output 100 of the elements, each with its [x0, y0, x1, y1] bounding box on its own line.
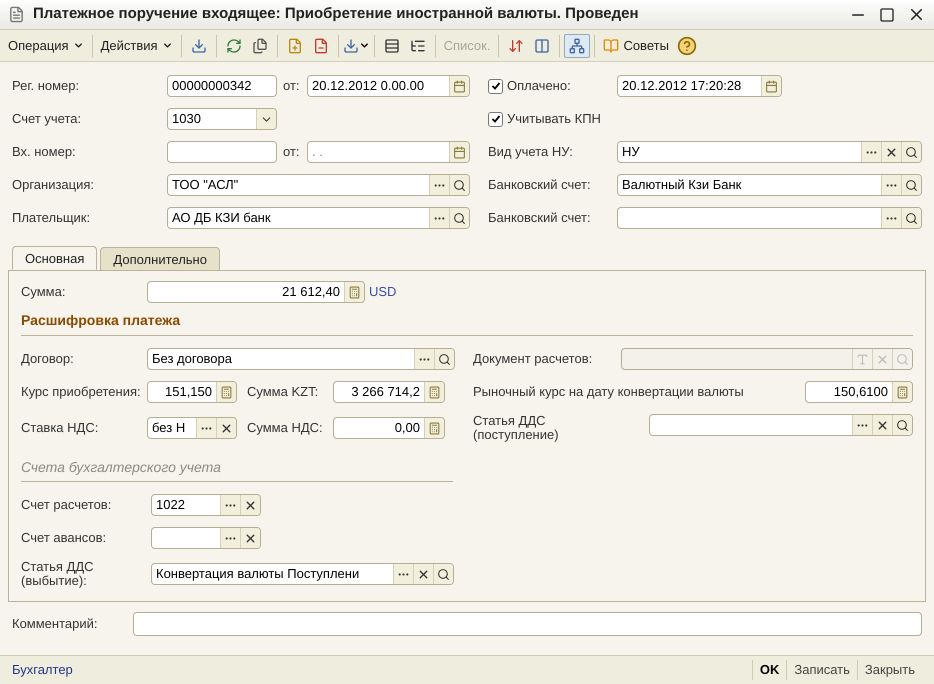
- select-button[interactable]: [861, 142, 881, 162]
- input-field[interactable]: [617, 207, 922, 229]
- user-link[interactable]: Бухгалтер: [12, 660, 752, 680]
- search-icon: [438, 352, 451, 366]
- clear-button[interactable]: [240, 528, 260, 548]
- maximize-icon[interactable]: [879, 6, 895, 22]
- input-field[interactable]: НУ: [617, 141, 922, 163]
- checkbox[interactable]: [488, 78, 503, 94]
- calculator-icon: [896, 386, 909, 398]
- footer-button[interactable]: OK: [752, 660, 786, 680]
- clear-button[interactable]: [881, 142, 901, 162]
- select-button[interactable]: [196, 418, 216, 438]
- clear-button[interactable]: [872, 415, 892, 435]
- field-label: Вид учета НУ:: [488, 145, 574, 159]
- input-field[interactable]: 3 266 714,2: [333, 381, 445, 403]
- footer-button[interactable]: Записать: [786, 660, 857, 680]
- select-button[interactable]: [881, 175, 901, 195]
- hierarchy-button[interactable]: [564, 34, 590, 58]
- field-label: Сумма:: [21, 285, 66, 299]
- book-icon: [603, 38, 620, 54]
- field-label: Сумма НДС:: [246, 421, 324, 435]
- tab[interactable]: Дополнительно: [100, 247, 220, 271]
- calendar-icon: [453, 80, 466, 92]
- comment-field[interactable]: [133, 612, 922, 636]
- calendar-icon: [765, 80, 778, 92]
- input-field[interactable]: Валютный Кзи Банк: [617, 174, 922, 196]
- search-button[interactable]: [892, 415, 912, 435]
- input-field[interactable]: 20.12.2012 17:20:28: [617, 75, 782, 97]
- select-button[interactable]: [393, 564, 413, 584]
- calendar-button[interactable]: [449, 76, 469, 96]
- input-field[interactable]: . .: [307, 141, 470, 163]
- field-label: Банковский счет:: [488, 178, 592, 192]
- search-button[interactable]: [901, 142, 921, 162]
- input-field[interactable]: Без договора: [147, 348, 455, 370]
- currency-label: USD: [369, 283, 396, 302]
- select-button[interactable]: [414, 349, 434, 369]
- close-icon: [244, 532, 257, 544]
- input-field[interactable]: 150,6100: [805, 381, 913, 403]
- calendar-button[interactable]: [449, 142, 469, 162]
- sort-icon: [508, 38, 524, 54]
- field-label: Комментарий:: [12, 617, 98, 631]
- calendar-button[interactable]: [761, 76, 781, 96]
- search-button[interactable]: [901, 208, 921, 228]
- input-field[interactable]: 1030: [167, 108, 277, 130]
- select-button[interactable]: [429, 175, 449, 195]
- field-label: Плательщик:: [12, 211, 92, 225]
- search-button[interactable]: [433, 564, 453, 584]
- menu-button[interactable]: Действия: [96, 36, 177, 56]
- select-button[interactable]: [881, 208, 901, 228]
- menu-button[interactable]: Операция: [4, 36, 88, 56]
- search-icon: [896, 352, 909, 366]
- tab[interactable]: Основная: [12, 246, 98, 270]
- calculator-button[interactable]: [344, 282, 364, 302]
- calculator-button[interactable]: [216, 382, 236, 402]
- input-field[interactable]: [649, 414, 913, 436]
- search-button[interactable]: [449, 175, 469, 195]
- window-title: Платежное поручение входящее: Приобретение иностранной валюты. Проведен: [33, 4, 640, 24]
- select-button[interactable]: [429, 208, 449, 228]
- select-button[interactable]: [852, 415, 872, 435]
- dropdown-button[interactable]: [342, 38, 370, 54]
- input-field[interactable]: [167, 141, 277, 163]
- input-field[interactable]: Конвертация валюты Поступлени: [151, 563, 454, 585]
- select-button[interactable]: [220, 495, 240, 515]
- search-button[interactable]: [449, 208, 469, 228]
- footer-button[interactable]: Закрыть: [856, 660, 922, 680]
- checkmark-icon: [490, 114, 500, 124]
- calculator-button[interactable]: [424, 382, 444, 402]
- input-field[interactable]: 1022: [151, 494, 261, 516]
- checkbox[interactable]: [488, 112, 503, 126]
- input-field[interactable]: [151, 527, 261, 549]
- section-heading: Расшифровка платежа: [21, 312, 180, 328]
- download-icon: [342, 38, 359, 54]
- field-label: Счет расчетов:: [21, 498, 112, 512]
- input-field[interactable]: ТОО "АСЛ": [167, 174, 470, 196]
- calculator-button[interactable]: [892, 382, 912, 402]
- search-button[interactable]: [901, 175, 921, 195]
- field-label: Статья ДДС (выбытие):: [21, 560, 95, 588]
- input-field[interactable]: 0,00: [333, 417, 445, 439]
- close-icon: [220, 422, 233, 434]
- input-field[interactable]: без Н: [147, 417, 237, 439]
- hierarchy-icon: [569, 38, 586, 54]
- calculator-button[interactable]: [424, 418, 444, 438]
- input-field[interactable]: 00000000342: [167, 75, 277, 97]
- search-icon: [905, 146, 918, 158]
- clear-button[interactable]: [240, 495, 260, 515]
- file-plus-icon: [286, 38, 303, 54]
- tips-button[interactable]: Советы: [599, 36, 673, 56]
- search-button[interactable]: [434, 349, 454, 369]
- input-field[interactable]: 151,150: [147, 381, 237, 403]
- download-icon: [190, 38, 207, 54]
- field-label: Счет учета:: [12, 112, 82, 126]
- select-button[interactable]: [220, 528, 240, 548]
- input-field[interactable]: АО ДБ КЗИ банк: [167, 207, 470, 229]
- help-icon[interactable]: [676, 36, 697, 56]
- clear-button[interactable]: [216, 418, 236, 438]
- clear-button[interactable]: [413, 564, 433, 584]
- calculator-icon: [428, 386, 441, 398]
- input-field[interactable]: 21 612,40: [147, 281, 365, 303]
- input-field[interactable]: 20.12.2012 0.00.00: [307, 75, 470, 97]
- rows-icon: [384, 38, 400, 54]
